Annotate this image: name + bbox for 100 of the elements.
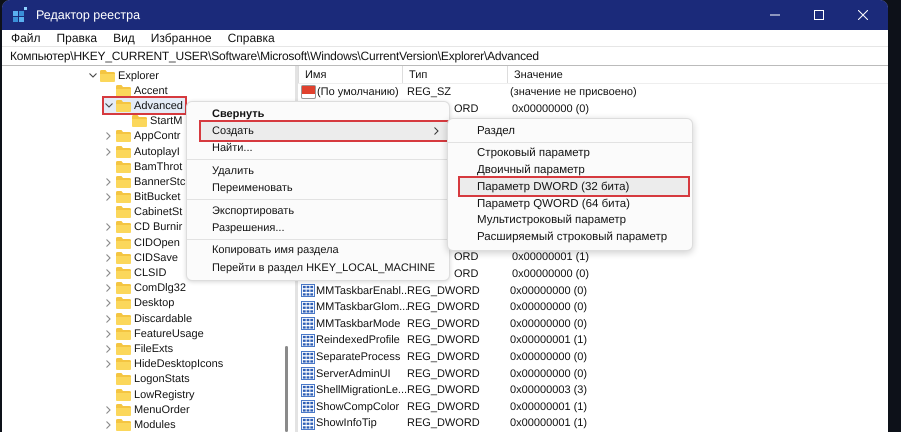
folder-icon	[116, 160, 131, 173]
tree-item[interactable]: Modules	[104, 417, 178, 432]
tree-item[interactable]: CIDSave	[104, 250, 180, 266]
value-type: REG_DWORD	[407, 417, 480, 430]
window-title: Редактор реестра	[36, 8, 140, 22]
close-icon[interactable]	[858, 10, 868, 20]
binary-value-icon	[301, 300, 315, 314]
tree-item[interactable]: StartM	[120, 114, 184, 129]
menu-item[interactable]: Расширяемый строковый параметр	[460, 228, 688, 246]
chevron-right-icon[interactable]	[106, 314, 111, 323]
tree-item[interactable]: ComDlg32	[104, 280, 188, 296]
value-name: ShowCompColor	[316, 400, 400, 413]
menu-item[interactable]: Раздел	[460, 123, 688, 140]
value-data: 0x00000001 (1)	[510, 417, 588, 430]
folder-icon	[116, 236, 131, 249]
menu-item[interactable]: Перейти в раздел HKEY_LOCAL_MACHINE	[201, 259, 447, 277]
address-field[interactable]: Компьютер\HKEY_CURRENT_USER\Software\Microsoft\Windows\CurrentVersion\Explorer\Advanced	[10, 49, 539, 63]
value-data: 0x00000000 (0)	[510, 318, 588, 330]
tree-item[interactable]: LogonStats	[104, 372, 192, 387]
chevron-right-icon[interactable]	[106, 360, 111, 368]
tree-item[interactable]: Discardable	[104, 311, 194, 326]
column-header[interactable]: Значение	[507, 66, 888, 83]
menu-item[interactable]: Экспортировать	[201, 202, 447, 220]
folder-icon	[116, 328, 131, 340]
tree-item[interactable]: BamThrot	[104, 159, 184, 174]
folder-icon	[116, 84, 131, 97]
menu-item[interactable]: Избранное	[142, 31, 219, 45]
column-header[interactable]: Тип	[402, 66, 507, 83]
value-type: REG_DWORD	[407, 318, 480, 330]
chevron-right-icon[interactable]	[106, 330, 111, 338]
folder-icon	[116, 252, 131, 264]
chevron-right-icon[interactable]	[106, 254, 111, 262]
menu-item[interactable]: Мультистроковый параметр	[460, 212, 688, 229]
binary-value-icon	[301, 284, 315, 298]
chevron-right-icon[interactable]	[106, 344, 111, 353]
value-name: (По умолчанию)	[317, 86, 399, 98]
value-name: ShellMigrationLe...	[316, 384, 408, 396]
chevron-right-icon[interactable]	[106, 269, 111, 278]
menu-item[interactable]: Правка	[48, 31, 104, 45]
menu-item[interactable]: Создать	[201, 122, 447, 140]
tree-item[interactable]: HideDesktopIcons	[104, 356, 226, 372]
maximize-icon[interactable]	[814, 10, 824, 20]
tree-item[interactable]: Accent	[104, 83, 170, 98]
chevron-right-icon[interactable]	[106, 193, 111, 202]
tree-item[interactable]: BitBucket	[104, 190, 182, 205]
tree-item[interactable]: AutoplayI	[104, 144, 182, 160]
menu-item[interactable]: Справка	[218, 31, 282, 45]
chevron-right-icon[interactable]	[106, 223, 111, 232]
chevron-right-icon[interactable]	[106, 178, 111, 186]
menu-item[interactable]: Разрешения...	[201, 219, 447, 237]
value-data: 0x00000000 (0)	[512, 102, 590, 115]
minimize-icon[interactable]	[770, 14, 780, 16]
tree-item[interactable]: LowRegistry	[104, 387, 197, 402]
chevron-right-icon[interactable]	[106, 420, 111, 429]
chevron-right-icon[interactable]	[106, 406, 111, 414]
tree-item[interactable]: CLSID	[104, 266, 168, 281]
menu-item[interactable]: Копировать имя раздела	[201, 242, 447, 260]
menu-item[interactable]: Переименовать	[201, 180, 447, 197]
tree-item[interactable]: CabinetSt	[104, 204, 184, 220]
binary-value-icon	[301, 384, 315, 397]
tree-item[interactable]: BannerStc	[104, 174, 188, 190]
chevron-down-icon[interactable]	[88, 73, 96, 78]
chevron-right-icon[interactable]	[106, 148, 111, 156]
menu-item[interactable]: Строковый параметр	[460, 144, 688, 162]
tree-item[interactable]: Desktop	[104, 296, 176, 311]
tree-item[interactable]: CD Burnir	[104, 220, 184, 235]
scrollbar-thumb[interactable]	[285, 346, 288, 432]
folder-icon	[116, 176, 131, 188]
folder-icon	[116, 342, 131, 355]
tree-item[interactable]: CIDOpen	[104, 235, 182, 250]
folder-icon	[116, 100, 131, 112]
value-type: ORD	[454, 251, 478, 264]
column-header[interactable]: Имя	[298, 66, 402, 83]
binary-value-icon	[301, 367, 315, 380]
menu-item[interactable]: Найти...	[201, 140, 447, 158]
menu-item[interactable]: Двоичный параметр	[460, 162, 688, 178]
chevron-right-icon[interactable]	[106, 238, 111, 247]
tree-item[interactable]: MenuOrder	[104, 402, 192, 418]
binary-value-icon	[301, 400, 315, 414]
chevron-down-icon[interactable]	[104, 103, 112, 108]
tree-item[interactable]: AppContr	[104, 128, 182, 144]
value-type: REG_DWORD	[407, 301, 480, 314]
chevron-right-icon[interactable]	[106, 284, 111, 292]
chevron-right-icon[interactable]	[106, 132, 111, 140]
tree-item[interactable]: FeatureUsage	[104, 326, 206, 342]
value-data: (значение не присвоено)	[510, 86, 637, 98]
menu-item[interactable]: Файл	[2, 31, 48, 45]
tree-item[interactable]: Advanced	[104, 98, 185, 114]
folder-icon	[116, 418, 131, 431]
chevron-right-icon[interactable]	[106, 299, 111, 308]
menu-item[interactable]: Свернуть	[201, 105, 447, 122]
tree-item[interactable]: Explorer	[88, 68, 161, 84]
menu-item[interactable]: Вид	[104, 31, 142, 45]
folder-icon	[116, 388, 131, 401]
menu-item[interactable]: Параметр DWORD (32 бита)	[460, 178, 688, 196]
menu-item[interactable]: Параметр QWORD (64 бита)	[460, 195, 688, 212]
tree-item[interactable]: FileExts	[104, 341, 176, 356]
folder-icon	[116, 404, 131, 416]
menu-item[interactable]: Удалить	[201, 162, 447, 180]
value-type: REG_DWORD	[407, 334, 480, 346]
